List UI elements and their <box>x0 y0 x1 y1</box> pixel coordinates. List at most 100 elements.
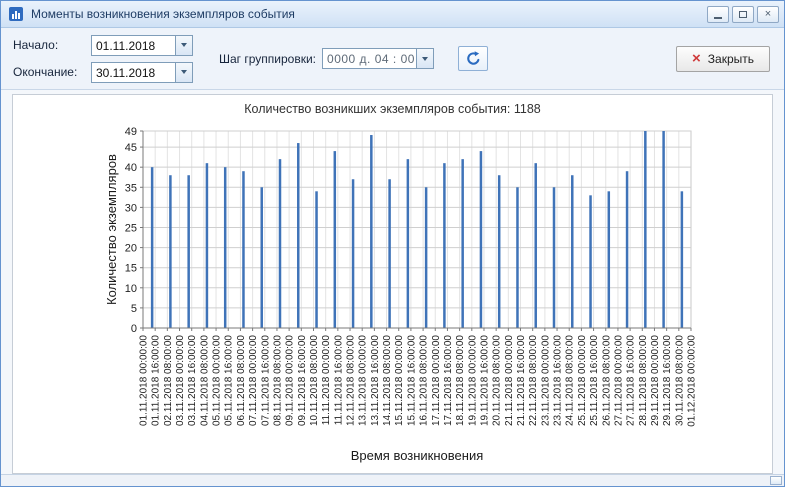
bar <box>608 191 611 328</box>
bar <box>662 131 665 328</box>
close-icon: × <box>692 51 701 66</box>
bar <box>242 171 245 328</box>
y-tick-label: 10 <box>125 283 137 295</box>
x-tick-label: 08.11.2018 08:00:00 <box>272 335 283 426</box>
y-tick-label: 20 <box>125 243 137 255</box>
x-tick-label: 27.11.2018 00:00:00 <box>613 335 624 426</box>
close-window-icon: × <box>765 8 771 20</box>
x-tick-label: 21.11.2018 16:00:00 <box>516 335 527 426</box>
y-tick-label: 15 <box>125 263 137 275</box>
bar <box>553 187 556 328</box>
bar <box>370 135 373 328</box>
chevron-down-icon <box>181 70 187 74</box>
x-tick-label: 22.11.2018 08:00:00 <box>528 335 539 426</box>
x-tick-label: 04.11.2018 08:00:00 <box>199 335 210 426</box>
grouping-step-value: 0000 д. 04 : 00 : 0 <box>323 49 416 68</box>
x-tick-label: 20.11.2018 08:00:00 <box>492 335 503 426</box>
x-tick-label: 11.11.2018 00:00:00 <box>321 335 332 426</box>
bar <box>388 179 391 328</box>
y-tick-label: 45 <box>125 142 137 154</box>
minimize-button[interactable] <box>707 6 729 23</box>
grouping-step-input[interactable]: 0000 д. 04 : 00 : 0 <box>322 48 434 69</box>
bar <box>169 175 172 328</box>
window-title: Моменты возникновения экземпляров событи… <box>31 7 700 21</box>
x-tick-label: 10.11.2018 08:00:00 <box>309 335 320 426</box>
bar <box>151 167 154 328</box>
x-tick-label: 25.11.2018 00:00:00 <box>577 335 588 426</box>
start-date-dropdown-button[interactable] <box>175 36 192 55</box>
status-strip <box>1 474 784 486</box>
close-window-button[interactable]: × <box>757 6 779 23</box>
bar <box>498 175 501 328</box>
x-tick-label: 14.11.2018 08:00:00 <box>382 335 393 426</box>
bar <box>187 175 190 328</box>
bar <box>206 163 209 328</box>
x-tick-label: 03.11.2018 16:00:00 <box>187 335 198 426</box>
x-tick-label: 12.11.2018 08:00:00 <box>346 335 357 426</box>
x-tick-label: 25.11.2018 16:00:00 <box>589 335 600 426</box>
x-tick-label: 15.11.2018 16:00:00 <box>406 335 417 426</box>
close-dialog-button[interactable]: × Закрыть <box>676 46 770 72</box>
x-tick-label: 01.11.2018 00:00:00 <box>139 335 150 426</box>
x-tick-label: 29.11.2018 16:00:00 <box>662 335 673 426</box>
x-tick-label: 29.11.2018 00:00:00 <box>650 335 661 426</box>
x-tick-label: 13.11.2018 00:00:00 <box>358 335 369 426</box>
x-tick-label: 07.11.2018 00:00:00 <box>248 335 259 426</box>
app-icon <box>8 6 24 22</box>
x-tick-label: 01.12.2018 00:00:00 <box>687 335 698 427</box>
x-tick-label: 16.11.2018 08:00:00 <box>419 335 430 426</box>
y-tick-label: 30 <box>125 202 137 214</box>
bar <box>334 151 337 328</box>
bar <box>315 191 318 328</box>
window-controls: × <box>707 6 779 23</box>
x-tick-label: 21.11.2018 00:00:00 <box>504 335 515 426</box>
date-range-fields: Начало: 01.11.2018 Окончание: 30.11.2018 <box>13 35 193 83</box>
bar <box>407 159 410 328</box>
end-date-input[interactable]: 30.11.2018 <box>91 62 193 83</box>
y-tick-label: 49 <box>125 126 137 138</box>
bar <box>626 171 629 328</box>
x-axis-title: Время возникновения <box>351 448 484 463</box>
y-tick-label: 35 <box>125 182 137 194</box>
title-bar[interactable]: Моменты возникновения экземпляров событи… <box>1 1 784 28</box>
x-tick-label: 19.11.2018 16:00:00 <box>479 335 490 426</box>
maximize-button[interactable] <box>732 6 754 23</box>
bar <box>681 191 684 328</box>
x-tick-label: 26.11.2018 08:00:00 <box>601 335 612 426</box>
x-tick-label: 01.11.2018 16:00:00 <box>151 335 162 426</box>
bar <box>589 195 592 328</box>
start-date-row: Начало: 01.11.2018 <box>13 35 193 56</box>
x-tick-label: 27.11.2018 16:00:00 <box>626 335 637 426</box>
end-date-dropdown-button[interactable] <box>175 63 192 82</box>
bar <box>534 163 537 328</box>
y-tick-label: 0 <box>131 323 137 335</box>
chart-title: Количество возникших экземпляров события… <box>13 102 772 123</box>
x-tick-label: 02.11.2018 08:00:00 <box>163 335 174 426</box>
grouping-step-dropdown-button[interactable] <box>416 49 433 68</box>
chevron-down-icon <box>422 57 428 61</box>
toolbar: Начало: 01.11.2018 Окончание: 30.11.2018 <box>1 28 784 90</box>
x-tick-label: 17.11.2018 00:00:00 <box>431 335 442 426</box>
x-tick-label: 11.11.2018 16:00:00 <box>333 335 344 426</box>
y-axis-title: Количество экземпляров <box>104 154 119 305</box>
maximize-icon <box>739 11 747 18</box>
close-button-label: Закрыть <box>708 52 754 66</box>
x-tick-label: 18.11.2018 08:00:00 <box>455 335 466 426</box>
refresh-icon <box>466 51 481 66</box>
bar <box>644 131 647 328</box>
x-tick-label: 09.11.2018 16:00:00 <box>297 335 308 426</box>
chart-svg: 0510152025303540454901.11.2018 00:00:000… <box>13 123 772 471</box>
resize-grip[interactable] <box>770 476 782 485</box>
refresh-button[interactable] <box>458 46 488 71</box>
x-tick-label: 06.11.2018 08:00:00 <box>236 335 247 426</box>
end-date-row: Окончание: 30.11.2018 <box>13 62 193 83</box>
bar <box>443 163 446 328</box>
x-tick-label: 05.11.2018 00:00:00 <box>212 335 223 426</box>
bar <box>516 187 519 328</box>
start-date-input[interactable]: 01.11.2018 <box>91 35 193 56</box>
x-tick-label: 19.11.2018 00:00:00 <box>467 335 478 426</box>
end-date-label: Окончание: <box>13 65 91 79</box>
bar <box>352 179 355 328</box>
start-date-label: Начало: <box>13 38 91 52</box>
y-tick-label: 5 <box>131 303 137 315</box>
